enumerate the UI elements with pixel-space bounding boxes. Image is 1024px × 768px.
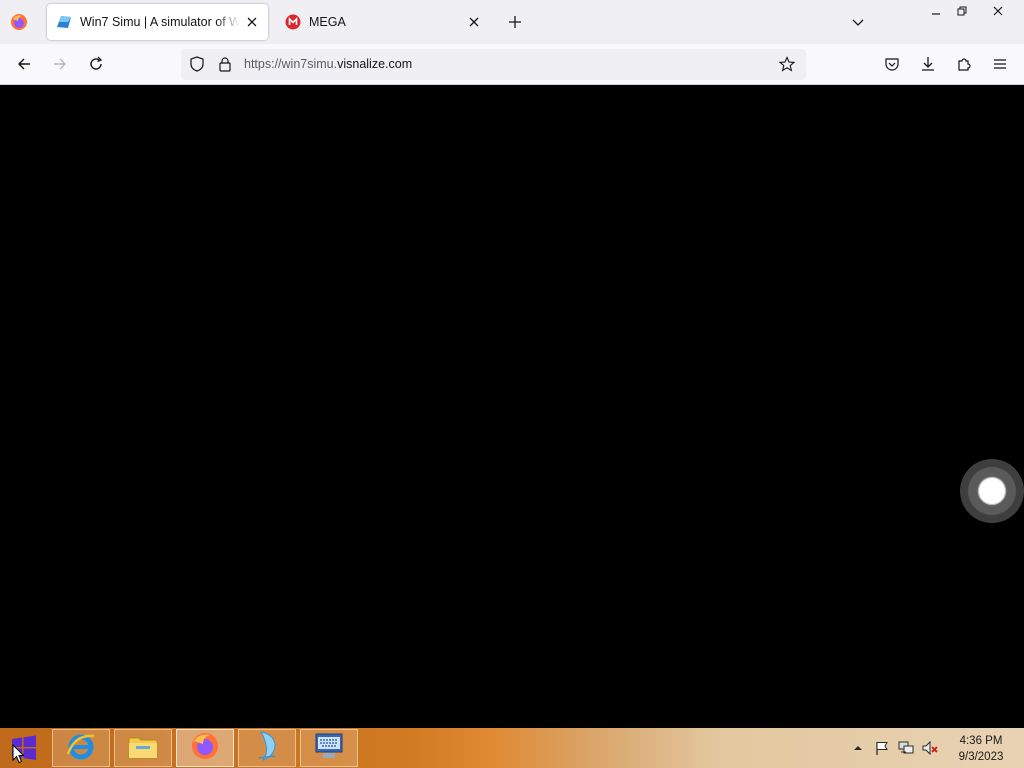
- lock-icon[interactable]: [218, 56, 232, 77]
- forward-arrow-icon[interactable]: [46, 50, 74, 78]
- browser-window: Win7 Simu | A simulator of Windows 7 MEG…: [0, 0, 1024, 728]
- document-icon: [253, 730, 281, 767]
- address-bar[interactable]: https://win7simu.visnalize.com: [181, 49, 806, 80]
- taskbar-app-ie[interactable]: [52, 729, 110, 767]
- tab-title: MEGA: [309, 15, 346, 29]
- taskbar-app-document[interactable]: [238, 729, 296, 767]
- chevron-down-icon[interactable]: [846, 10, 870, 34]
- download-icon[interactable]: [914, 50, 942, 78]
- pocket-icon[interactable]: [878, 50, 906, 78]
- navigation-toolbar: https://win7simu.visnalize.com: [0, 44, 1024, 85]
- close-icon[interactable]: [462, 10, 486, 34]
- url-prefix: https://win7simu.: [244, 57, 338, 71]
- folder-icon: [127, 731, 159, 766]
- url-host: visnalize.com: [337, 57, 413, 71]
- tab-mega[interactable]: MEGA: [276, 4, 490, 40]
- page-content[interactable]: [0, 85, 1024, 728]
- taskbar: 4:36 PM 9/3/2023: [0, 728, 1024, 768]
- taskbar-app-firefox[interactable]: [176, 729, 234, 767]
- orb-center: [979, 478, 1005, 504]
- restore-icon[interactable]: [945, 0, 979, 22]
- keyboard-icon: [313, 731, 345, 766]
- clock-time: 4:36 PM: [959, 735, 1003, 747]
- clock-date: 9/3/2023: [958, 751, 1004, 763]
- speaker-muted-icon[interactable]: [922, 740, 938, 756]
- taskbar-app-explorer[interactable]: [114, 729, 172, 767]
- star-icon[interactable]: [778, 56, 796, 77]
- tab-win7simu[interactable]: Win7 Simu | A simulator of Windows 7: [47, 4, 268, 40]
- close-icon[interactable]: [981, 0, 1015, 22]
- ie-icon: [65, 730, 97, 767]
- reload-icon[interactable]: [82, 50, 110, 78]
- action-center-flag-icon[interactable]: [874, 740, 890, 756]
- network-icon[interactable]: [898, 740, 914, 756]
- tab-bar: Win7 Simu | A simulator of Windows 7 MEG…: [0, 0, 1024, 44]
- mega-favicon: [285, 14, 301, 30]
- puzzle-icon[interactable]: [950, 50, 978, 78]
- taskbar-app-keyboard[interactable]: [300, 729, 358, 767]
- back-arrow-icon[interactable]: [10, 50, 38, 78]
- firefox-icon[interactable]: [10, 13, 28, 31]
- hamburger-icon[interactable]: [986, 50, 1014, 78]
- plus-icon[interactable]: [503, 10, 527, 34]
- shield-icon[interactable]: [189, 56, 205, 77]
- system-clock[interactable]: 4:36 PM 9/3/2023: [950, 733, 1012, 765]
- start-button[interactable]: [0, 728, 48, 768]
- firefox-icon: [190, 731, 220, 766]
- win7simu-favicon: [56, 14, 72, 30]
- tab-title: Win7 Simu | A simulator of Windows 7: [80, 15, 240, 29]
- close-icon[interactable]: [240, 10, 264, 34]
- mouse-cursor-icon: [12, 744, 24, 764]
- show-hidden-icons-icon[interactable]: [850, 740, 866, 756]
- loading-orb-icon: [960, 459, 1024, 523]
- url-text[interactable]: https://win7simu.visnalize.com: [244, 57, 412, 71]
